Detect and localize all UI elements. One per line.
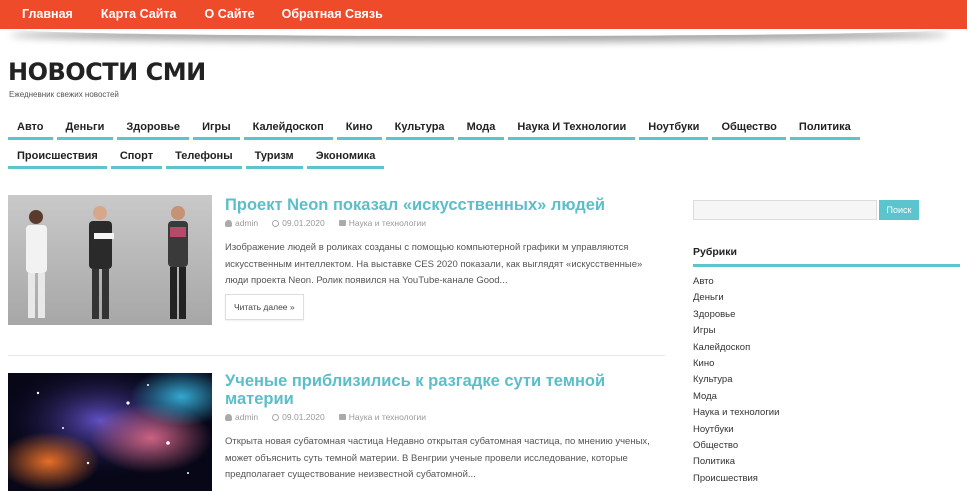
post-item: Проект Neon показал «искусственных» люде… (8, 195, 665, 356)
category-moda[interactable]: Мода (457, 117, 505, 140)
search-input[interactable] (693, 200, 877, 220)
rubric-item[interactable]: Политика (693, 454, 960, 470)
post-thumbnail-dark-matter[interactable] (8, 373, 212, 491)
rubric-item[interactable]: Происшествия (693, 471, 960, 487)
rubric-item[interactable]: Игры (693, 323, 960, 339)
category-telefony[interactable]: Телефоны (166, 146, 242, 169)
search-form: Поиск (693, 200, 960, 220)
folder-icon (338, 414, 346, 420)
post-category[interactable]: Наука и технологии (349, 218, 426, 228)
category-zdorovie[interactable]: Здоровье (117, 117, 190, 140)
top-navigation: Главная Карта Сайта О Сайте Обратная Свя… (0, 0, 967, 29)
post-thumbnail-neon[interactable] (8, 195, 212, 325)
rubric-item[interactable]: Калейдоскоп (693, 340, 960, 356)
category-noutbuki[interactable]: Ноутбуки (639, 117, 709, 140)
nav-item-about[interactable]: О Сайте (205, 0, 255, 29)
category-turizm[interactable]: Туризм (245, 146, 303, 169)
category-dengi[interactable]: Деньги (56, 117, 114, 140)
folder-icon (338, 220, 346, 226)
rubric-item[interactable]: Наука и технологии (693, 405, 960, 421)
post-title[interactable]: Проект Neon показал «искусственных» люде… (225, 195, 665, 214)
post-category[interactable]: Наука и технологии (349, 412, 426, 422)
widget-title-rubrics: Рубрики (693, 246, 960, 267)
rubrics-list: Авто Деньги Здоровье Игры Калейдоскоп Ки… (693, 274, 960, 487)
category-kultura[interactable]: Культура (385, 117, 454, 140)
category-row-2: Происшествия Спорт Телефоны Туризм Эконо… (8, 146, 888, 172)
nav-item-home[interactable]: Главная (22, 0, 73, 29)
category-kino[interactable]: Кино (336, 117, 382, 140)
rubric-item[interactable]: Кино (693, 356, 960, 372)
rubric-item[interactable]: Культура (693, 372, 960, 388)
post-date[interactable]: 09.01.2020 (282, 412, 325, 422)
site-tagline: Ежедневник свежих новостей (9, 90, 119, 99)
user-icon (225, 219, 232, 227)
post-meta: admin 09.01.2020 Наука и технологии (225, 218, 665, 228)
search-button[interactable]: Поиск (879, 200, 919, 220)
category-sport[interactable]: Спорт (110, 146, 163, 169)
post-date[interactable]: 09.01.2020 (282, 218, 325, 228)
post-author[interactable]: admin (235, 412, 258, 422)
rubric-item[interactable]: Авто (693, 274, 960, 290)
rubric-item[interactable]: Мода (693, 389, 960, 405)
category-navigation: Авто Деньги Здоровье Игры Калейдоскоп Ки… (8, 117, 888, 175)
rubric-item[interactable]: Общество (693, 438, 960, 454)
nav-item-contact[interactable]: Обратная Связь (282, 0, 383, 29)
post-excerpt: Изображение людей в роликах созданы с по… (225, 242, 643, 286)
category-avto[interactable]: Авто (8, 117, 53, 140)
clock-icon (272, 219, 280, 227)
post-item: Ученые приблизились к разгадке сути темн… (8, 371, 665, 491)
category-ekonomika[interactable]: Экономика (306, 146, 385, 169)
category-kaleidoskop[interactable]: Калейдоскоп (243, 117, 333, 140)
post-body: Проект Neon показал «искусственных» люде… (225, 195, 665, 320)
user-icon (225, 413, 232, 421)
site-title[interactable]: НОВОСТИ СМИ (8, 58, 206, 86)
category-politika[interactable]: Политика (789, 117, 860, 140)
sidebar: Поиск Рубрики Авто Деньги Здоровье Игры … (693, 200, 960, 487)
category-obshchestvo[interactable]: Общество (712, 117, 786, 140)
category-igry[interactable]: Игры (193, 117, 240, 140)
rubric-item[interactable]: Ноутбуки (693, 422, 960, 438)
nav-item-sitemap[interactable]: Карта Сайта (101, 0, 177, 29)
post-body: Ученые приблизились к разгадке сути темн… (225, 371, 665, 484)
post-title[interactable]: Ученые приблизились к разгадке сути темн… (225, 371, 665, 408)
post-excerpt: Открыта новая субатомная частица Недавно… (225, 436, 650, 480)
category-row-1: Авто Деньги Здоровье Игры Калейдоскоп Ки… (8, 117, 888, 143)
rubric-item[interactable]: Здоровье (693, 307, 960, 323)
post-author[interactable]: admin (235, 218, 258, 228)
category-nauka[interactable]: Наука И Технологии (508, 117, 636, 140)
post-meta: admin 09.01.2020 Наука и технологии (225, 412, 665, 422)
rubric-item[interactable]: Деньги (693, 290, 960, 306)
clock-icon (272, 413, 280, 421)
category-proisshestviya[interactable]: Происшествия (8, 146, 107, 169)
read-more-button[interactable]: Читать далее » (225, 293, 304, 320)
